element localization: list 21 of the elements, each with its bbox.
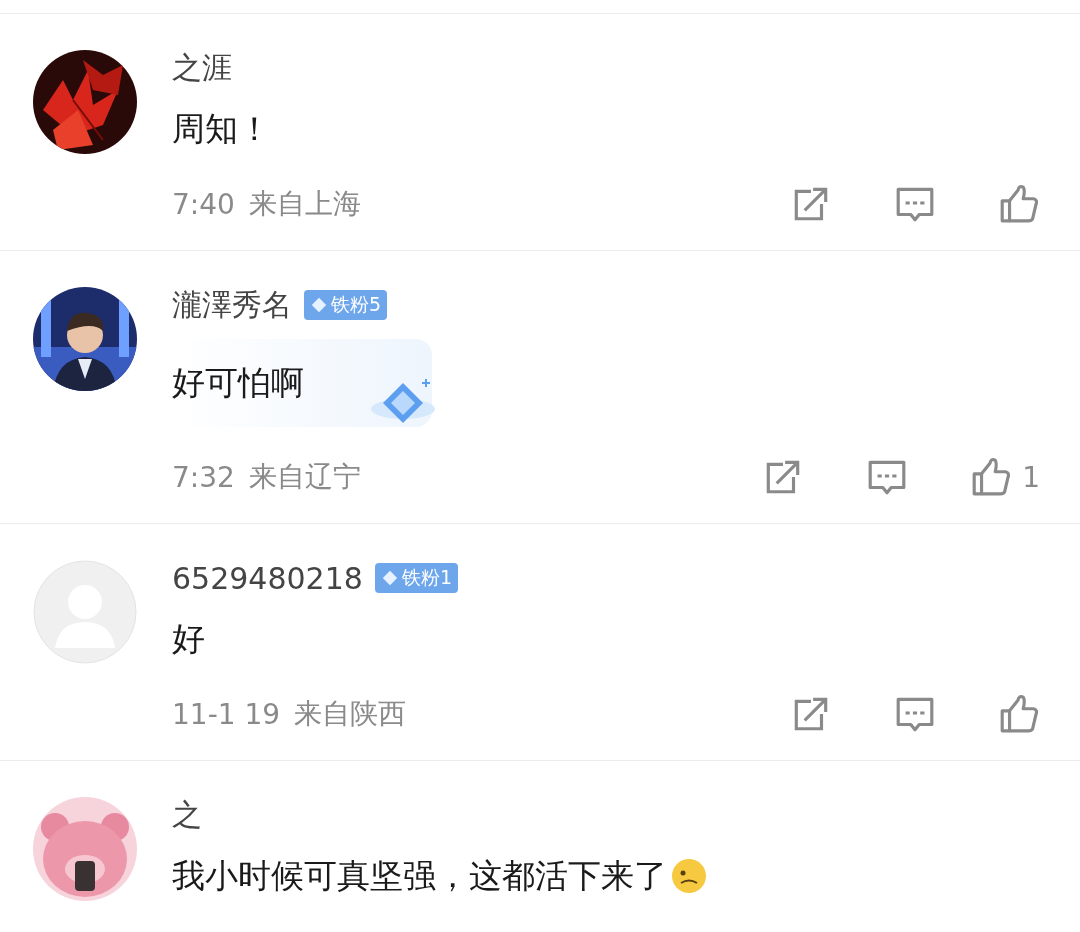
comment-time: 11-1 19 xyxy=(172,697,281,731)
thumbs-up-icon[interactable] xyxy=(998,693,1040,735)
like-count: 1 xyxy=(1022,460,1040,494)
fan-badge: 铁粉5 xyxy=(304,290,388,320)
comment-time: 7:40 xyxy=(172,187,235,221)
comment-text: 好 xyxy=(172,618,205,660)
user-name[interactable]: 6529480218 xyxy=(172,560,363,596)
fan-badge: 铁粉1 xyxy=(374,563,458,593)
comment-text: 我小时候可真坚强，这都活下来了 xyxy=(172,855,667,897)
avatar-icon xyxy=(33,560,137,664)
thumbs-up-icon[interactable] xyxy=(998,183,1040,225)
comment-time: 7:32 xyxy=(172,460,235,494)
comment-location: 来自陕西 xyxy=(294,696,407,732)
user-name[interactable]: 之涯 xyxy=(172,47,232,89)
comment-text: 好可怕啊 xyxy=(172,361,304,404)
comment-location: 来自上海 xyxy=(248,186,361,222)
user-name[interactable]: 瀧澤秀名 xyxy=(172,284,292,326)
thumbs-up-icon[interactable] xyxy=(970,456,1013,498)
comment-text: 周知！ xyxy=(172,108,271,150)
user-name[interactable]: 之 xyxy=(172,794,202,836)
comment-location: 来自辽宁 xyxy=(248,459,361,495)
